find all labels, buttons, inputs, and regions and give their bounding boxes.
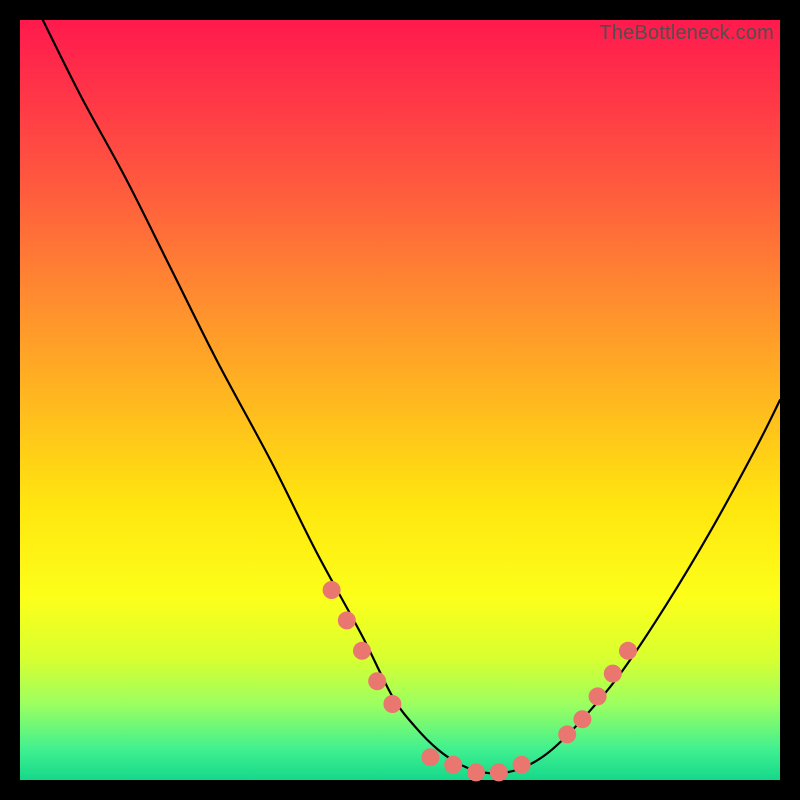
highlight-marker (368, 672, 386, 690)
highlight-markers (323, 581, 637, 781)
highlight-marker (490, 763, 508, 781)
highlight-marker (467, 763, 485, 781)
bottleneck-curve (43, 20, 780, 773)
highlight-marker (589, 687, 607, 705)
chart-svg (20, 20, 780, 780)
highlight-marker (338, 611, 356, 629)
highlight-marker (558, 725, 576, 743)
attribution-text: TheBottleneck.com (599, 22, 774, 45)
highlight-marker (323, 581, 341, 599)
highlight-marker (619, 642, 637, 660)
highlight-marker (421, 748, 439, 766)
highlight-marker (604, 665, 622, 683)
highlight-marker (444, 756, 462, 774)
highlight-marker (513, 756, 531, 774)
highlight-marker (383, 695, 401, 713)
highlight-marker (573, 710, 591, 728)
chart-frame: TheBottleneck.com (20, 20, 780, 780)
highlight-marker (353, 642, 371, 660)
